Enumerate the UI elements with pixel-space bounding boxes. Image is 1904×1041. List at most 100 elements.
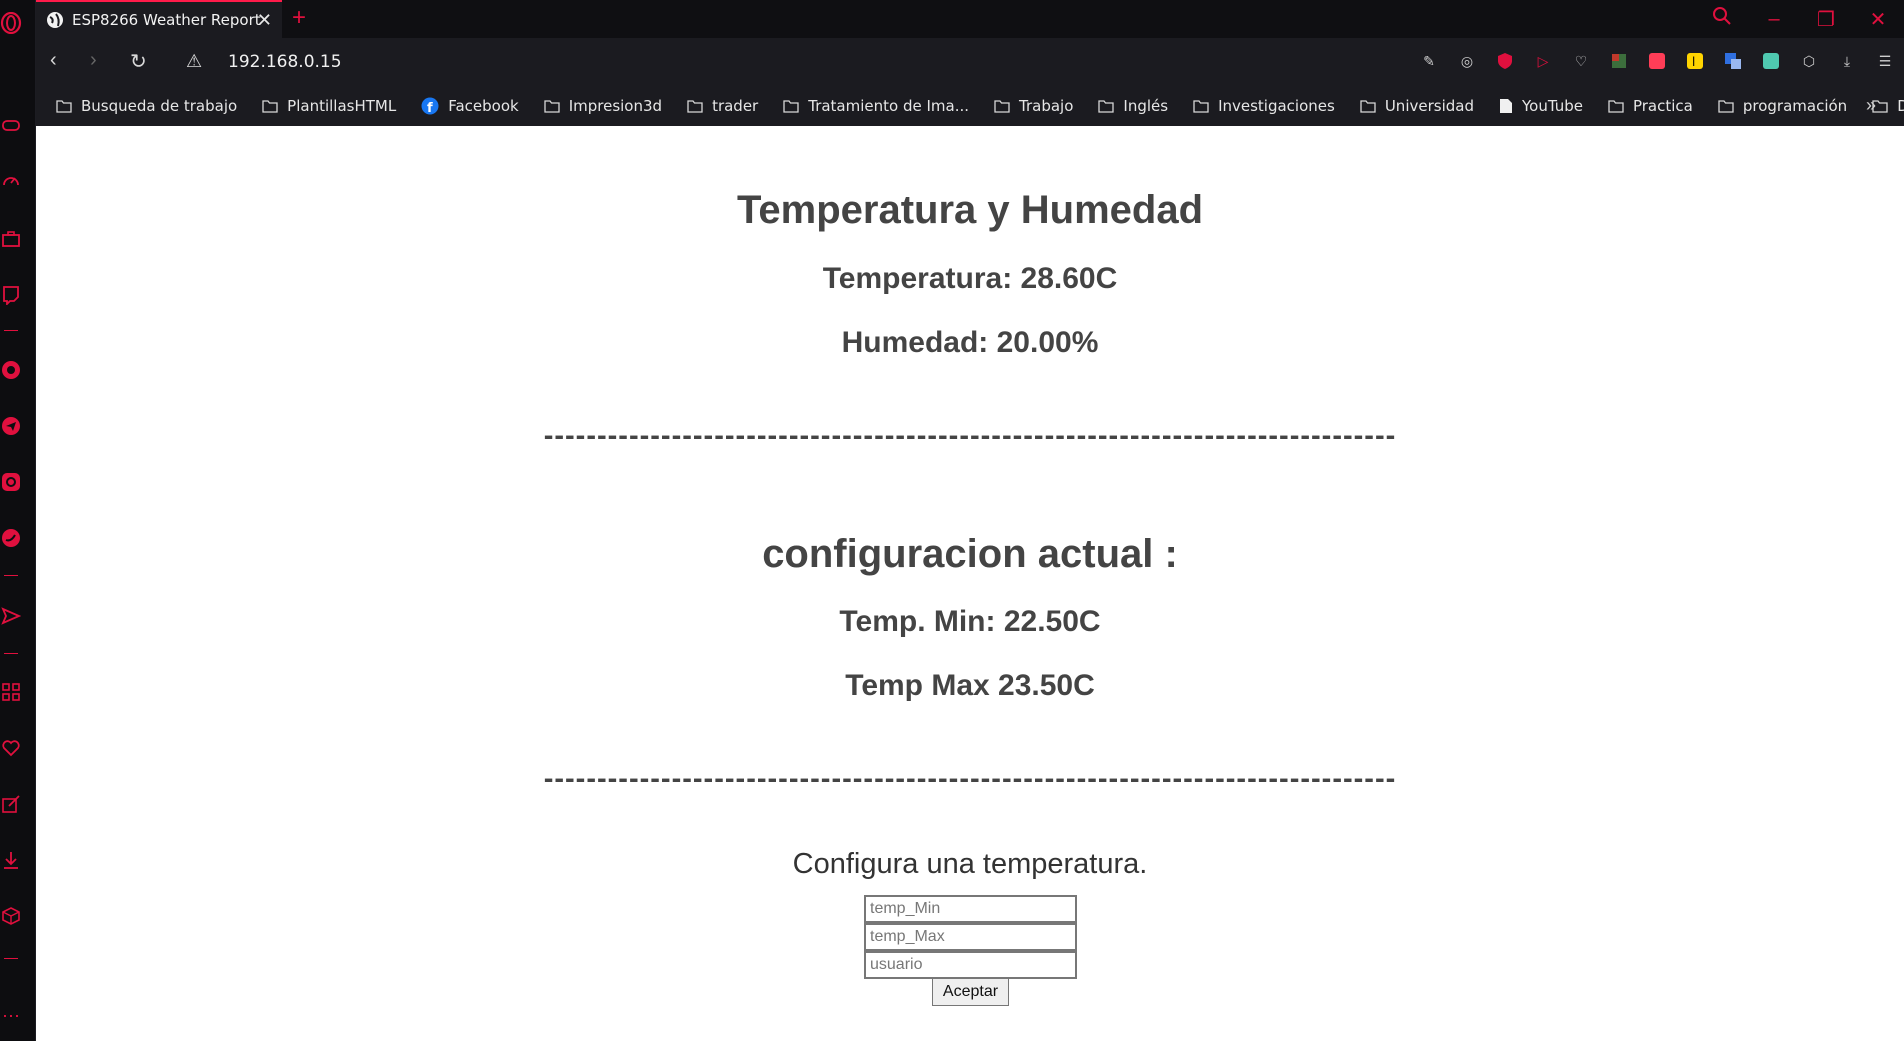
tab-title: ESP8266 Weather Report [72, 11, 261, 29]
opera-logo-icon[interactable] [0, 12, 22, 34]
edit-icon[interactable] [0, 793, 22, 815]
translate-icon[interactable] [1722, 50, 1744, 72]
new-tab-icon[interactable]: + [292, 4, 306, 32]
restore-icon[interactable]: ❐ [1800, 7, 1852, 32]
form-title: Configura una temperatura. [792, 848, 1148, 880]
svg-text:l: l [1692, 55, 1695, 69]
easy-setup-icon[interactable]: ☰ [1874, 50, 1896, 72]
temp-min-input[interactable] [864, 895, 1077, 923]
bookmark-label: Facebook [448, 96, 519, 115]
divider-line: ----------------------------------------… [543, 420, 1397, 452]
bookmark-item[interactable]: Trabajo [994, 97, 1073, 115]
extension-l-icon[interactable]: l [1684, 50, 1706, 72]
folder-icon [1718, 99, 1734, 113]
svg-text:f: f [427, 101, 433, 115]
tab-strip: ESP8266 Weather Report ✕ + – ❐ ✕ [36, 0, 1904, 38]
bookmark-label: Trabajo [1019, 96, 1074, 115]
extension-todo-icon[interactable] [1646, 50, 1668, 72]
folder-icon [687, 99, 703, 113]
user-input[interactable] [864, 951, 1077, 979]
downloads-icon[interactable]: ⤓ [1836, 50, 1858, 72]
telegram-icon[interactable] [0, 415, 22, 437]
extension-grammar-icon[interactable] [1760, 50, 1782, 72]
bookmark-label: Practica [1632, 96, 1693, 115]
bookmark-label: trader [712, 96, 759, 115]
bookmark-item[interactable]: Universidad [1360, 97, 1474, 115]
active-tab[interactable]: ESP8266 Weather Report ✕ [36, 0, 282, 38]
humidity-reading: Humedad: 20.00% [841, 326, 1099, 359]
bookmark-item[interactable]: Practica [1608, 97, 1693, 115]
url-field[interactable]: 192.168.0.15 [228, 52, 342, 72]
temp-max-input[interactable] [864, 923, 1077, 951]
bookmarks-overflow-icon[interactable]: » [1866, 95, 1876, 116]
folder-icon [1608, 99, 1624, 113]
bookmark-label: Inglés [1123, 96, 1169, 115]
bookmark-item[interactable]: trader [687, 97, 758, 115]
bookmark-label: PlantillasHTML [287, 96, 397, 115]
sidebar-divider [4, 653, 18, 654]
search-tabs-icon[interactable] [1696, 6, 1748, 32]
folder-icon [994, 99, 1010, 113]
bookmark-item[interactable]: PlantillasHTML [262, 97, 396, 115]
heart-icon[interactable] [0, 737, 22, 759]
extensions-toolbar: ✎ ◎ ▷ ♡ l ⬡ ⤓ ☰ [1418, 50, 1896, 72]
bookmark-item[interactable]: YouTube [1499, 97, 1583, 115]
window-controls: – ❐ ✕ [1696, 0, 1904, 38]
sidebar-divider [4, 958, 18, 959]
close-window-icon[interactable]: ✕ [1852, 7, 1904, 32]
close-tab-icon[interactable]: ✕ [257, 10, 272, 31]
bookmark-item[interactable]: f Facebook [421, 96, 519, 115]
camera-icon[interactable]: ◎ [1456, 50, 1478, 72]
bookmark-item[interactable]: Investigaciones [1193, 97, 1335, 115]
more-icon[interactable]: ⋯ [0, 1005, 22, 1027]
bookmark-label: Busqueda de trabajo [81, 96, 238, 115]
submit-button[interactable]: Aceptar [932, 978, 1009, 1006]
divider-line: ----------------------------------------… [543, 763, 1397, 795]
download-icon[interactable] [0, 849, 22, 871]
back-icon[interactable]: ‹ [50, 49, 57, 72]
reload-icon[interactable]: ↻ [130, 49, 147, 74]
speedometer-icon[interactable] [0, 170, 22, 192]
send-icon[interactable] [0, 605, 22, 627]
cube-icon[interactable] [0, 905, 22, 927]
folder-icon [56, 99, 72, 113]
folder-icon [1360, 99, 1376, 113]
box-icon[interactable]: ⬡ [1798, 50, 1820, 72]
browser-sidebar: ⋯ [0, 0, 36, 1041]
bookmark-item[interactable]: programación [1718, 97, 1847, 115]
bookmark-item[interactable]: Tratamiento de Ima... [783, 97, 969, 115]
warning-icon[interactable]: ⚠ [186, 51, 202, 72]
temp-max-reading: Temp Max 23.50C [845, 669, 1095, 702]
config-title: configuracion actual : [762, 532, 1178, 576]
bookmark-item[interactable]: Impresion3d [544, 97, 662, 115]
bookmark-item[interactable]: Inglés [1098, 97, 1168, 115]
folder-icon [783, 99, 799, 113]
briefcase-icon[interactable] [0, 228, 22, 250]
forward-icon[interactable]: › [90, 49, 97, 72]
folder-icon [1098, 99, 1115, 113]
twitch-icon[interactable] [0, 284, 22, 306]
temp-min-reading: Temp. Min: 22.50C [839, 605, 1101, 638]
twitter-icon[interactable] [0, 527, 22, 549]
temperature-reading: Temperatura: 28.60C [822, 262, 1118, 295]
page-title: Temperatura y Humedad [736, 188, 1204, 232]
gamepad-icon[interactable] [0, 114, 22, 136]
page-icon [1499, 98, 1513, 114]
facebook-icon: f [421, 97, 439, 115]
folder-icon [262, 99, 278, 113]
extension-cube-icon[interactable] [1608, 50, 1630, 72]
grid-icon[interactable] [0, 681, 22, 703]
favorites-heart-icon[interactable]: ♡ [1570, 50, 1592, 72]
instagram-icon[interactable] [0, 471, 22, 493]
share-icon[interactable]: ✎ [1418, 50, 1440, 72]
adblock-shield-icon[interactable] [1494, 50, 1516, 72]
bookmark-item[interactable]: Busqueda de trabajo [56, 97, 237, 115]
sidebar-divider [4, 575, 18, 576]
address-bar: ‹ › ↻ ⚠ 192.168.0.15 ✎ ◎ ▷ ♡ l ⬡ ⤓ ☰ [36, 38, 1904, 85]
bookmark-item[interactable]: Diseño [1872, 97, 1904, 115]
whatsapp-icon[interactable] [0, 359, 22, 381]
bookmark-label: Investigaciones [1218, 96, 1335, 115]
globe-icon [47, 12, 63, 28]
flow-icon[interactable]: ▷ [1532, 50, 1554, 72]
minimize-icon[interactable]: – [1748, 8, 1800, 31]
